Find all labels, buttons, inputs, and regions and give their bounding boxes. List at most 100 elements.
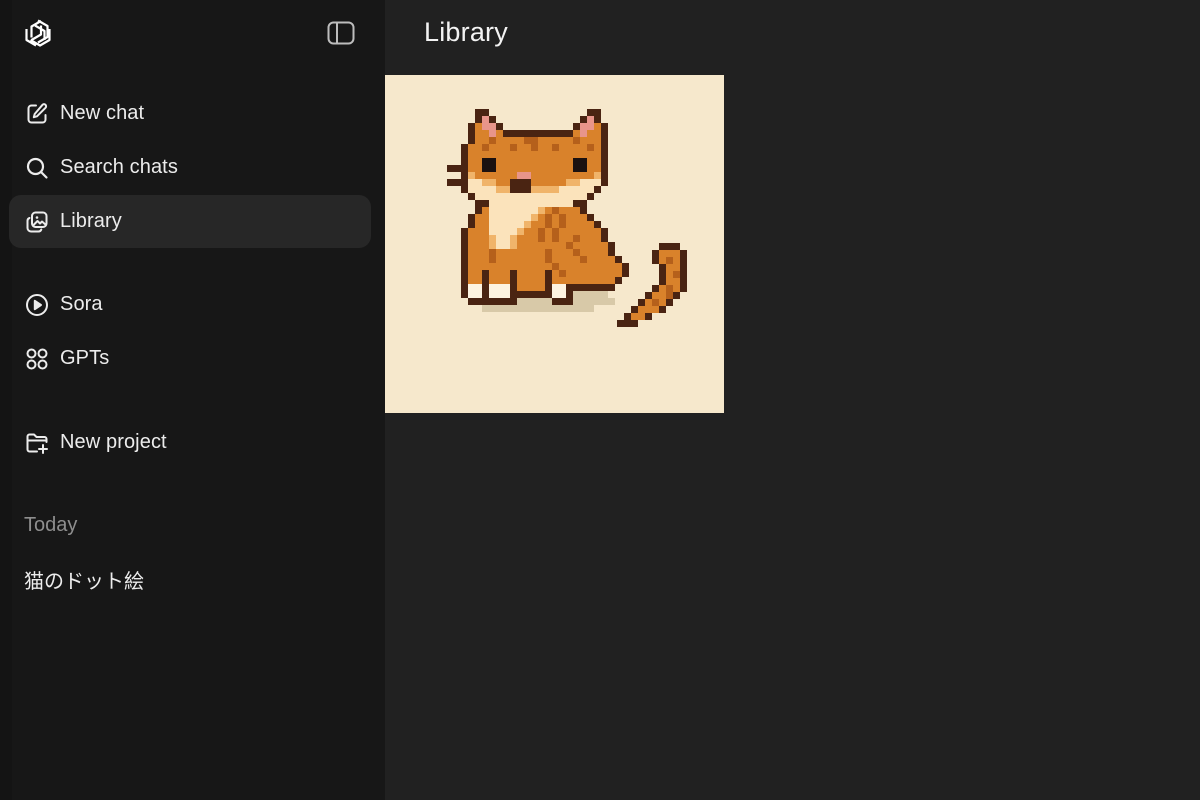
pixel [510,130,517,137]
sidebar-item-library[interactable]: Library [9,195,371,248]
sidebar-item-gpts[interactable]: GPTs [9,332,371,385]
pixel [566,298,573,305]
pixel [608,242,615,249]
pixel [580,200,587,207]
pixel [666,250,673,257]
pixel [559,214,566,221]
pixel [573,270,580,277]
pixel [631,313,638,320]
sidebar-item-new-chat[interactable]: New chat [9,87,371,140]
sidebar-item-sora[interactable]: Sora [9,278,371,331]
pixel [517,151,524,158]
pixel [638,299,645,306]
pixel [587,109,594,116]
library-image-thumbnail[interactable] [385,75,724,413]
pixel [475,179,482,186]
sidebar-toggle-button[interactable] [322,14,360,52]
pixel [475,228,482,235]
pixel [517,214,524,221]
pixel [510,193,517,200]
pixel [468,172,475,179]
pixel [517,179,524,186]
pixel [580,298,587,305]
pixel [482,123,489,130]
pixel [510,179,517,186]
pixel [482,256,489,263]
pixel [552,214,559,221]
pixel [531,291,538,298]
openai-logo-button[interactable] [17,12,59,54]
pixel [594,263,601,270]
pixel [580,137,587,144]
pixel [659,271,666,278]
pixel [503,144,510,151]
pixel [517,200,524,207]
pixel [461,235,468,242]
pixel [659,243,666,250]
pixel [489,277,496,284]
pixel [531,263,538,270]
pixel [482,291,489,298]
pixel [510,291,517,298]
pixel [517,144,524,151]
sidebar-item-search-chats[interactable]: Search chats [9,141,371,194]
pixel [482,137,489,144]
pixel [573,249,580,256]
pixel [517,207,524,214]
pixel [652,257,659,264]
pixel [587,144,594,151]
pixel [580,242,587,249]
pixel [587,137,594,144]
chat-history-item[interactable]: 猫のドット絵 [9,553,371,605]
pixel [659,299,666,306]
pixel [552,151,559,158]
pixel [510,221,517,228]
pixel [566,144,573,151]
pixel [517,172,524,179]
pixel [524,228,531,235]
pixel [573,235,580,242]
pixel [673,257,680,264]
pixel [587,172,594,179]
pixel [666,257,673,264]
pixel [524,200,531,207]
pixel [573,123,580,130]
pixel [545,291,552,298]
pixel [517,130,524,137]
pixel [559,172,566,179]
pixel [566,137,573,144]
pixel [601,172,608,179]
pixel [559,270,566,277]
pixel [531,151,538,158]
pixel [475,186,482,193]
sidebar-item-new-project[interactable]: New project [9,416,371,469]
pixel [580,151,587,158]
pixel [566,284,573,291]
pixel [510,270,517,277]
pixel [496,137,503,144]
pixel [482,158,489,165]
pixel [475,193,482,200]
pixel [531,256,538,263]
pixel [580,284,587,291]
pixel [503,291,510,298]
section-label-today: Today [24,514,78,536]
pixel [601,123,608,130]
pixel [552,291,559,298]
pixel [496,214,503,221]
pixel [580,214,587,221]
pixel [559,249,566,256]
pixel [587,221,594,228]
pixel [503,228,510,235]
sidebar-toggle-icon [327,21,355,45]
pixel [559,130,566,137]
pixel [524,130,531,137]
pixel [496,291,503,298]
pixel [559,200,566,207]
pixel [517,228,524,235]
pixel [489,235,496,242]
pixel [531,186,538,193]
pixel [587,235,594,242]
pixel [503,298,510,305]
pixel [615,270,622,277]
